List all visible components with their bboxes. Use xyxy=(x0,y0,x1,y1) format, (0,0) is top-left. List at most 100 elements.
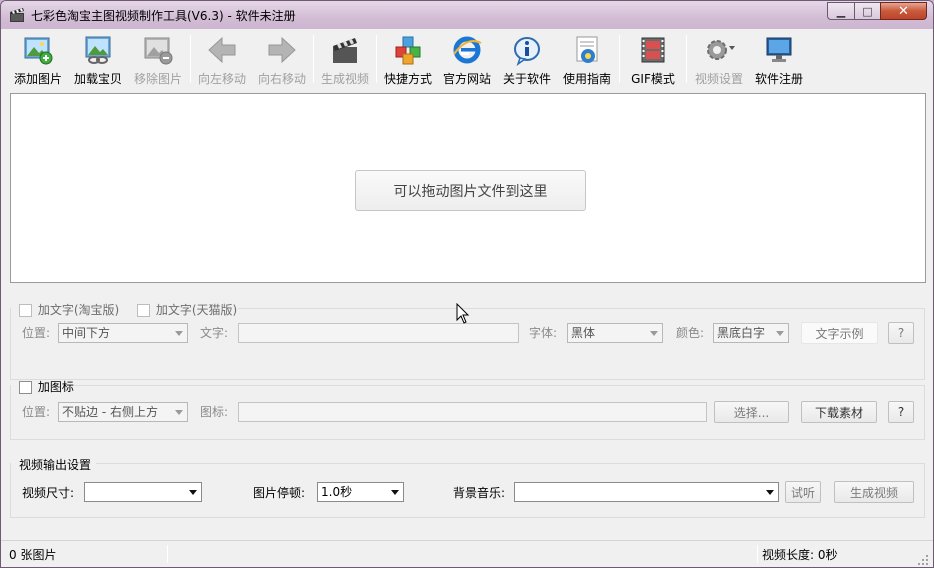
image-pause-value: 1.0秒 xyxy=(321,485,353,499)
color-dropdown[interactable]: 黑底白字 xyxy=(713,323,789,343)
text-content-input[interactable] xyxy=(238,323,519,343)
add-image-icon xyxy=(24,37,53,65)
text-position-value: 中间下方 xyxy=(62,326,111,340)
generate-video-toolbar-button[interactable]: 生成视频 xyxy=(317,31,373,87)
minimize-icon: ▁ xyxy=(836,4,846,18)
mouse-cursor-icon xyxy=(456,303,470,324)
text-position-dropdown[interactable]: 中间下方 xyxy=(58,323,188,343)
text-sample-button[interactable]: 文字示例 xyxy=(801,322,878,344)
video-settings-button[interactable]: 视频设置 xyxy=(690,31,748,87)
image-pause-label: 图片停顿: xyxy=(253,486,306,500)
close-icon: ✕ xyxy=(898,3,909,19)
listen-label: 试听 xyxy=(790,485,815,500)
add-image-button[interactable]: 添加图片 xyxy=(9,31,67,87)
move-left-button[interactable]: 向左移动 xyxy=(194,31,250,87)
background-music-label: 背景音乐: xyxy=(453,486,506,500)
load-product-label: 加载宝贝 xyxy=(73,72,122,86)
gif-mode-button[interactable]: GIF模式 xyxy=(623,31,683,87)
shortcut-button[interactable]: 快捷方式 xyxy=(380,31,436,87)
load-product-button[interactable]: 加载宝贝 xyxy=(69,31,127,87)
remove-image-button[interactable]: 移除图片 xyxy=(129,31,187,87)
text-content-label: 文字: xyxy=(200,326,229,340)
drop-hint-button[interactable]: 可以拖动图片文件到这里 xyxy=(355,170,586,211)
icon-file-input[interactable] xyxy=(238,402,707,422)
font-label: 字体: xyxy=(529,326,558,340)
website-button[interactable]: 官方网站 xyxy=(438,31,496,87)
website-label: 官方网站 xyxy=(442,72,491,86)
toolbar-separator xyxy=(619,35,620,83)
shortcut-label: 快捷方式 xyxy=(383,72,432,86)
download-assets-label: 下载素材 xyxy=(814,405,863,420)
font-dropdown[interactable]: 黑体 xyxy=(567,323,663,343)
icon-file-label: 图标: xyxy=(200,405,229,419)
window-title: 七彩色淘宝主图视频制作工具(V6.3) - 软件未注册 xyxy=(31,9,296,23)
color-label: 颜色: xyxy=(676,326,705,340)
guide-button[interactable]: 使用指南 xyxy=(558,31,616,87)
toolbar-separator xyxy=(686,35,687,83)
icon-help-button[interactable]: ? xyxy=(888,401,914,423)
text-help-label: ? xyxy=(897,326,905,340)
image-count-status: 0 张图片 xyxy=(9,548,57,562)
toolbar-separator xyxy=(313,35,314,83)
text-sample-label: 文字示例 xyxy=(815,326,864,341)
choose-icon-label: 选择... xyxy=(733,405,770,420)
minimize-button[interactable]: ▁ xyxy=(827,2,854,20)
icon-position-dropdown[interactable]: 不贴边 - 右侧上方 xyxy=(58,402,188,422)
remove-image-icon xyxy=(144,37,173,65)
color-value: 黑底白字 xyxy=(717,326,766,340)
image-pause-dropdown[interactable]: 1.0秒 xyxy=(317,482,404,502)
register-button[interactable]: 软件注册 xyxy=(750,31,808,87)
status-divider xyxy=(167,545,168,563)
status-bar: 0 张图片 视频长度: 0秒 xyxy=(1,540,933,567)
move-right-label: 向右移动 xyxy=(257,72,306,86)
move-right-button[interactable]: 向右移动 xyxy=(254,31,310,87)
resize-grip-icon[interactable] xyxy=(917,554,929,566)
generate-video-button[interactable]: 生成视频 xyxy=(834,481,914,503)
app-clapperboard-icon xyxy=(10,8,24,22)
guide-label: 使用指南 xyxy=(562,72,611,86)
ie-browser-icon xyxy=(453,36,482,64)
icon-position-label: 位置: xyxy=(22,405,51,419)
toolbar-separator xyxy=(190,35,191,83)
arrow-left-icon xyxy=(208,36,236,64)
icon-overlay-section: 加图标 位置: 不贴边 - 右侧上方 图标: 选择... 下载素材 ? xyxy=(10,378,925,440)
drop-hint-label: 可以拖动图片文件到这里 xyxy=(393,183,548,200)
info-icon xyxy=(514,37,540,66)
icon-help-label: ? xyxy=(897,405,905,419)
main-window: 七彩色淘宝主图视频制作工具(V6.3) - 软件未注册 ▁ □ ✕ 添加图片 加… xyxy=(0,0,934,568)
film-icon xyxy=(641,37,665,63)
close-button[interactable]: ✕ xyxy=(880,2,927,20)
move-left-label: 向左移动 xyxy=(197,72,246,86)
maximize-button[interactable]: □ xyxy=(854,2,880,20)
video-length-status: 视频长度: 0秒 xyxy=(762,548,838,562)
image-drop-area[interactable]: 可以拖动图片文件到这里 xyxy=(10,93,926,283)
clapperboard-icon xyxy=(333,38,357,63)
text-help-button[interactable]: ? xyxy=(888,322,914,344)
help-document-icon xyxy=(576,36,598,63)
toolbar: 添加图片 加载宝贝 移除图片 向左移动 向右移动 生成视频 快捷方式 官方网站 … xyxy=(9,31,929,87)
add-image-label: 添加图片 xyxy=(13,72,62,86)
video-settings-label: 视频设置 xyxy=(694,72,743,86)
toolbar-separator xyxy=(376,35,377,83)
download-assets-button[interactable]: 下载素材 xyxy=(801,401,877,423)
gif-mode-label: GIF模式 xyxy=(631,72,675,86)
remove-image-label: 移除图片 xyxy=(133,72,182,86)
title-bar[interactable]: 七彩色淘宝主图视频制作工具(V6.3) - 软件未注册 ▁ □ ✕ xyxy=(1,1,933,29)
video-size-dropdown[interactable] xyxy=(84,482,202,502)
monitor-icon xyxy=(766,37,792,62)
background-music-dropdown[interactable] xyxy=(514,482,779,502)
register-label: 软件注册 xyxy=(754,72,803,86)
arrow-right-icon xyxy=(268,36,296,64)
choose-icon-button[interactable]: 选择... xyxy=(714,401,789,423)
cubes-icon xyxy=(395,36,421,65)
about-button[interactable]: 关于软件 xyxy=(498,31,556,87)
video-size-label: 视频尺寸: xyxy=(22,486,75,500)
listen-button[interactable]: 试听 xyxy=(785,481,821,503)
gear-icon xyxy=(707,40,735,60)
font-value: 黑体 xyxy=(571,326,596,340)
generate-video-label: 生成视频 xyxy=(849,485,898,500)
text-position-label: 位置: xyxy=(22,326,51,340)
maximize-icon: □ xyxy=(862,4,873,18)
video-output-section: 视频输出设置 视频尺寸: 图片停顿: 1.0秒 背景音乐: 试听 生成视频 xyxy=(10,456,925,518)
status-divider xyxy=(757,545,758,563)
